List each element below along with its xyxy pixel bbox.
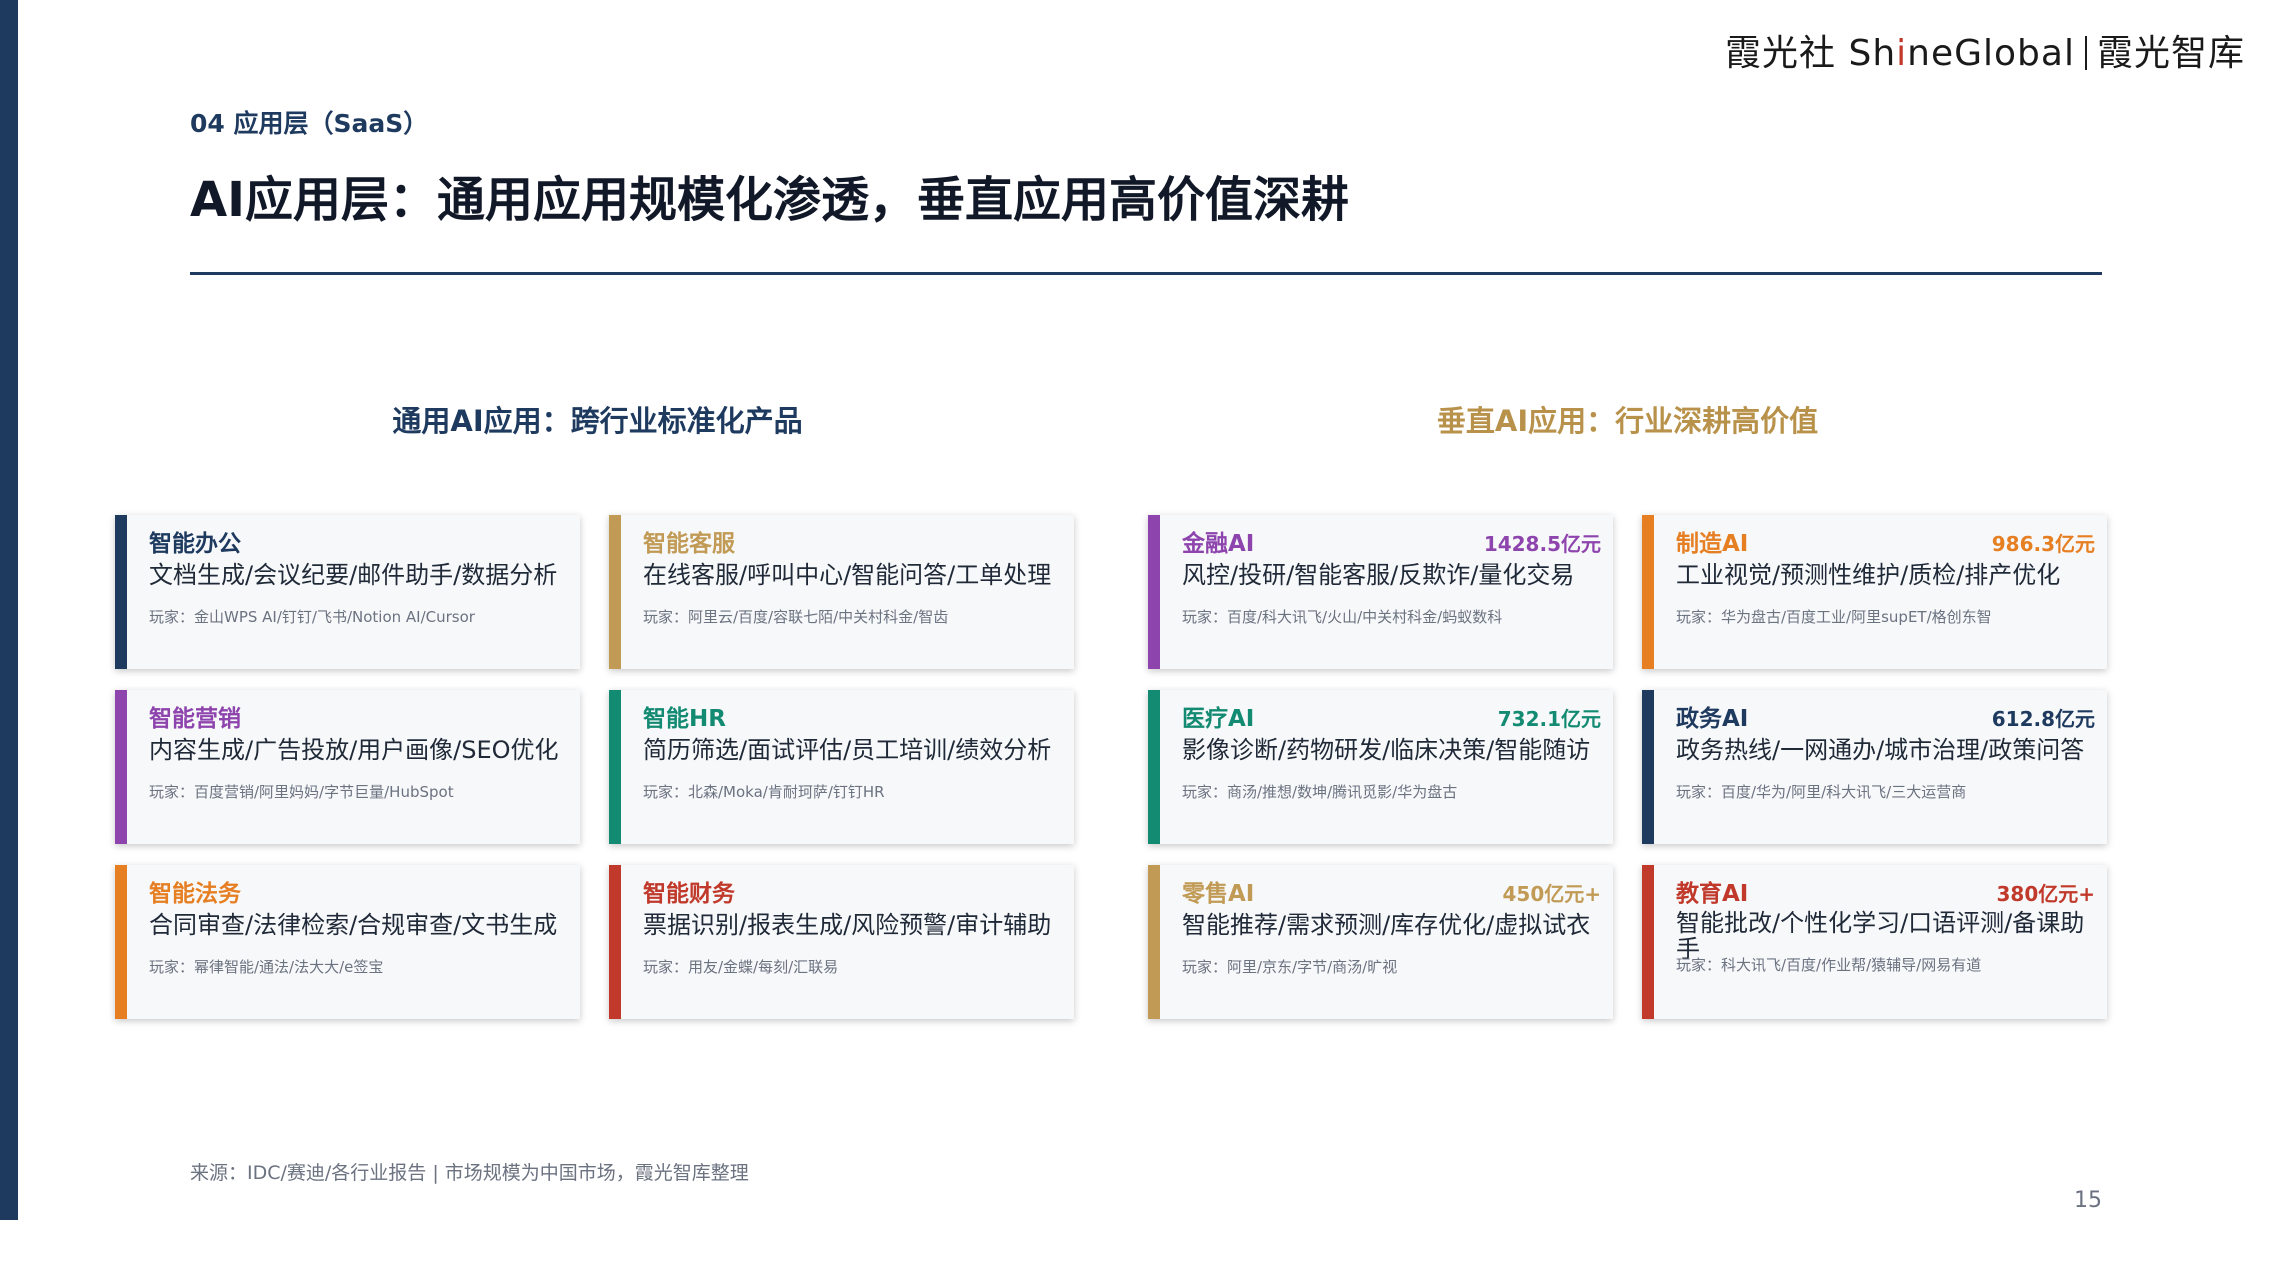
card-accent-bar: [1642, 865, 1654, 1019]
app-players: 玩家：百度/科大讯飞/火山/中关村科金/蚂蚁数科: [1182, 608, 1503, 626]
page-title: AI应用层：通用应用规模化渗透，垂直应用高价值深耕: [190, 172, 1350, 228]
general-app-card: 智能法务 合同审查/法律检索/合规审查/文书生成 玩家：幂律智能/通法/法大大/…: [115, 865, 580, 1019]
app-players: 玩家：百度营销/阿里妈妈/字节巨量/HubSpot: [149, 783, 454, 801]
market-size: 450亿元+: [1502, 882, 1601, 906]
app-players: 玩家：商汤/推想/数坤/腾讯觅影/华为盘古: [1182, 783, 1458, 801]
app-description: 简历筛选/面试评估/员工培训/绩效分析: [643, 736, 1052, 764]
app-name: 智能财务: [643, 881, 735, 907]
brand-divider: [2084, 36, 2087, 70]
general-apps-heading: 通用AI应用：跨行业标准化产品: [392, 404, 803, 438]
vertical-app-card: 教育AI 380亿元+ 智能批改/个性化学习/口语评测/备课助手 玩家：科大讯飞…: [1642, 865, 2107, 1019]
card-accent-bar: [1642, 515, 1654, 669]
app-players: 玩家：华为盘古/百度工业/阿里supET/格创东智: [1676, 608, 1992, 626]
app-description: 文档生成/会议纪要/邮件助手/数据分析: [149, 561, 558, 589]
card-accent-bar: [1148, 865, 1160, 1019]
market-size: 732.1亿元: [1497, 707, 1601, 731]
vertical-app-card: 政务AI 612.8亿元 政务热线/一网通办/城市治理/政策问答 玩家：百度/华…: [1642, 690, 2107, 844]
general-app-card: 智能客服 在线客服/呼叫中心/智能问答/工单处理 玩家：阿里云/百度/容联七陌/…: [609, 515, 1074, 669]
market-size: 380亿元+: [1996, 882, 2095, 906]
market-size: 1428.5亿元: [1483, 532, 1601, 556]
app-players: 玩家：阿里/京东/字节/商汤/旷视: [1182, 958, 1398, 976]
left-accent-bar: [0, 0, 18, 1220]
app-players: 玩家：用友/金蝶/每刻/汇联易: [643, 958, 839, 976]
brand-logo: 霞光社 ShineGlobal 霞光智库: [1725, 24, 2245, 76]
app-description: 风控/投研/智能客服/反欺诈/量化交易: [1182, 561, 1575, 589]
app-description: 在线客服/呼叫中心/智能问答/工单处理: [643, 561, 1052, 589]
general-app-card: 智能财务 票据识别/报表生成/风险预警/审计辅助 玩家：用友/金蝶/每刻/汇联易: [609, 865, 1074, 1019]
app-description: 内容生成/广告投放/用户画像/SEO优化: [149, 736, 559, 764]
card-accent-bar: [609, 865, 621, 1019]
brand-name-highlight: i: [1896, 33, 1908, 74]
title-divider: [190, 272, 2102, 275]
brand-name-1: 霞光社 Sh: [1725, 33, 1897, 74]
app-description: 工业视觉/预测性维护/质检/排产优化: [1676, 561, 2061, 589]
card-accent-bar: [609, 515, 621, 669]
app-description: 政务热线/一网通办/城市治理/政策问答: [1676, 736, 2085, 764]
vertical-app-card: 制造AI 986.3亿元 工业视觉/预测性维护/质检/排产优化 玩家：华为盘古/…: [1642, 515, 2107, 669]
brand-name-2: neGlobal: [1907, 33, 2075, 74]
app-players: 玩家：金山WPS AI/钉钉/飞书/Notion AI/Cursor: [149, 608, 475, 626]
app-description: 影像诊断/药物研发/临床决策/智能随访: [1182, 736, 1591, 764]
source-note: 来源：IDC/赛迪/各行业报告 | 市场规模为中国市场，霞光智库整理: [190, 1162, 749, 1184]
app-players: 玩家：科大讯飞/百度/作业帮/猿辅导/网易有道: [1676, 956, 1982, 974]
app-name: 智能客服: [643, 531, 735, 557]
page-number: 15: [2074, 1188, 2102, 1213]
general-app-card: 智能营销 内容生成/广告投放/用户画像/SEO优化 玩家：百度营销/阿里妈妈/字…: [115, 690, 580, 844]
vertical-apps-heading: 垂直AI应用：行业深耕高价值: [1436, 404, 1819, 438]
section-tag: 04 应用层（SaaS）: [190, 109, 429, 138]
app-players: 玩家：北森/Moka/肯耐珂萨/钉钉HR: [643, 783, 885, 801]
vertical-app-card: 零售AI 450亿元+ 智能推荐/需求预测/库存优化/虚拟试衣 玩家：阿里/京东…: [1148, 865, 1613, 1019]
app-name: 智能法务: [149, 881, 241, 907]
app-description: 合同审查/法律检索/合规审查/文书生成: [149, 911, 558, 939]
card-accent-bar: [115, 865, 127, 1019]
card-accent-bar: [1642, 690, 1654, 844]
brand-name-3: 霞光智库: [2096, 33, 2245, 74]
card-accent-bar: [1148, 515, 1160, 669]
vertical-app-card: 金融AI 1428.5亿元 风控/投研/智能客服/反欺诈/量化交易 玩家：百度/…: [1148, 515, 1613, 669]
market-size: 986.3亿元: [1991, 532, 2095, 556]
app-players: 玩家：阿里云/百度/容联七陌/中关村科金/智齿: [643, 608, 949, 626]
card-accent-bar: [115, 690, 127, 844]
general-app-card: 智能HR 简历筛选/面试评估/员工培训/绩效分析 玩家：北森/Moka/肯耐珂萨…: [609, 690, 1074, 844]
app-name: 智能HR: [643, 706, 726, 732]
app-players: 玩家：百度/华为/阿里/科大讯飞/三大运营商: [1676, 783, 1967, 801]
card-accent-bar: [115, 515, 127, 669]
app-players: 玩家：幂律智能/通法/法大大/e签宝: [149, 958, 384, 976]
market-size: 612.8亿元: [1991, 707, 2095, 731]
app-description: 智能推荐/需求预测/库存优化/虚拟试衣: [1182, 911, 1591, 939]
general-app-card: 智能办公 文档生成/会议纪要/邮件助手/数据分析 玩家：金山WPS AI/钉钉/…: [115, 515, 580, 669]
vertical-app-card: 医疗AI 732.1亿元 影像诊断/药物研发/临床决策/智能随访 玩家：商汤/推…: [1148, 690, 1613, 844]
app-name: 智能办公: [149, 531, 241, 557]
app-description: 票据识别/报表生成/风险预警/审计辅助: [643, 911, 1052, 939]
card-accent-bar: [609, 690, 621, 844]
card-accent-bar: [1148, 690, 1160, 844]
app-name: 智能营销: [149, 706, 241, 732]
